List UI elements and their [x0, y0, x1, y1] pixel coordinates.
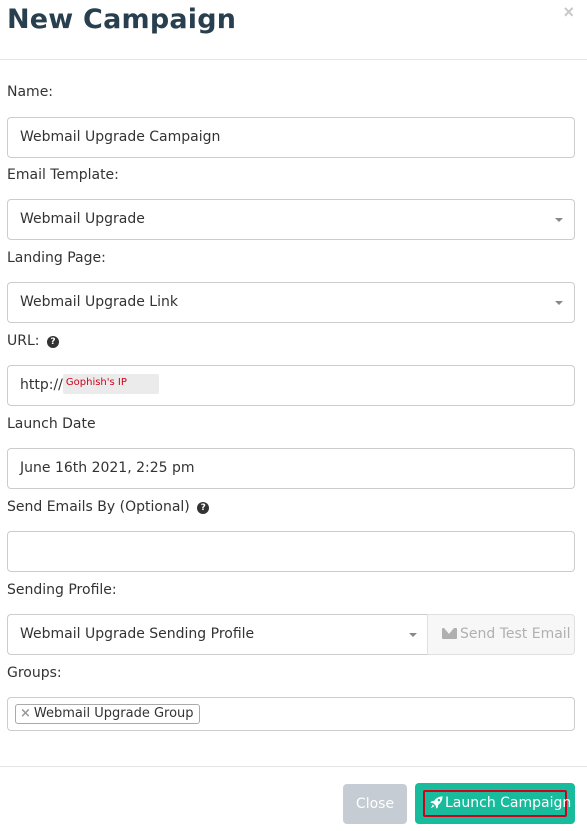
- launch-campaign-button[interactable]: Launch Campaign: [415, 783, 575, 824]
- launch-date-label: Launch Date: [7, 416, 96, 432]
- groups-label: Groups:: [7, 665, 62, 681]
- group-tag: × Webmail Upgrade Group: [15, 704, 200, 724]
- question-circle-icon[interactable]: ?: [46, 336, 59, 348]
- url-input[interactable]: http://Gophish's IP: [7, 365, 575, 406]
- redacted-ip: Gophish's IP: [62, 374, 159, 394]
- envelope-icon: [442, 628, 457, 639]
- sending-profile-value: Webmail Upgrade Sending Profile: [20, 626, 255, 642]
- email-template-select[interactable]: Webmail Upgrade: [7, 199, 575, 240]
- send-by-label: Send Emails By (Optional): [7, 499, 190, 515]
- send-by-input[interactable]: [7, 531, 575, 572]
- landing-page-label: Landing Page:: [7, 250, 106, 266]
- name-input-value: Webmail Upgrade Campaign: [20, 129, 221, 145]
- launch-highlight-box: Launch Campaign: [423, 790, 571, 817]
- close-button[interactable]: Close: [343, 784, 407, 824]
- modal-footer: Close Launch Campaign: [0, 766, 587, 831]
- send-by-label-row: Send Emails By (Optional) ?: [7, 499, 210, 515]
- landing-page-value: Webmail Upgrade Link: [20, 294, 178, 310]
- name-input[interactable]: Webmail Upgrade Campaign: [7, 117, 575, 158]
- launch-date-input[interactable]: June 16th 2021, 2:25 pm: [7, 448, 575, 489]
- redaction-label: Gophish's IP: [65, 377, 127, 388]
- url-label: URL:: [7, 333, 40, 349]
- groups-input[interactable]: × Webmail Upgrade Group: [7, 697, 575, 731]
- close-icon[interactable]: ×: [563, 2, 574, 23]
- launch-date-value: June 16th 2021, 2:25 pm: [20, 460, 195, 476]
- group-tag-label: Webmail Upgrade Group: [33, 706, 194, 721]
- rocket-icon: [430, 796, 443, 809]
- sending-profile-label: Sending Profile:: [7, 582, 117, 598]
- sending-profile-select[interactable]: Webmail Upgrade Sending Profile: [7, 614, 427, 655]
- question-circle-icon[interactable]: ?: [197, 502, 210, 514]
- url-label-row: URL: ?: [7, 333, 59, 349]
- tag-remove-icon[interactable]: ×: [20, 706, 31, 721]
- send-test-email-button[interactable]: Send Test Email: [427, 614, 575, 655]
- email-template-value: Webmail Upgrade: [20, 211, 145, 227]
- caret-down-icon: [555, 218, 563, 222]
- caret-down-icon: [409, 633, 417, 637]
- email-template-label: Email Template:: [7, 167, 119, 183]
- launch-campaign-label: Launch Campaign: [445, 795, 572, 811]
- url-prefix: http://: [20, 377, 63, 393]
- send-test-email-label: Send Test Email: [460, 626, 571, 642]
- landing-page-select[interactable]: Webmail Upgrade Link: [7, 282, 575, 323]
- name-label: Name:: [7, 84, 54, 100]
- caret-down-icon: [555, 301, 563, 305]
- modal-header: New Campaign ×: [0, 0, 587, 60]
- modal-title: New Campaign: [7, 4, 237, 35]
